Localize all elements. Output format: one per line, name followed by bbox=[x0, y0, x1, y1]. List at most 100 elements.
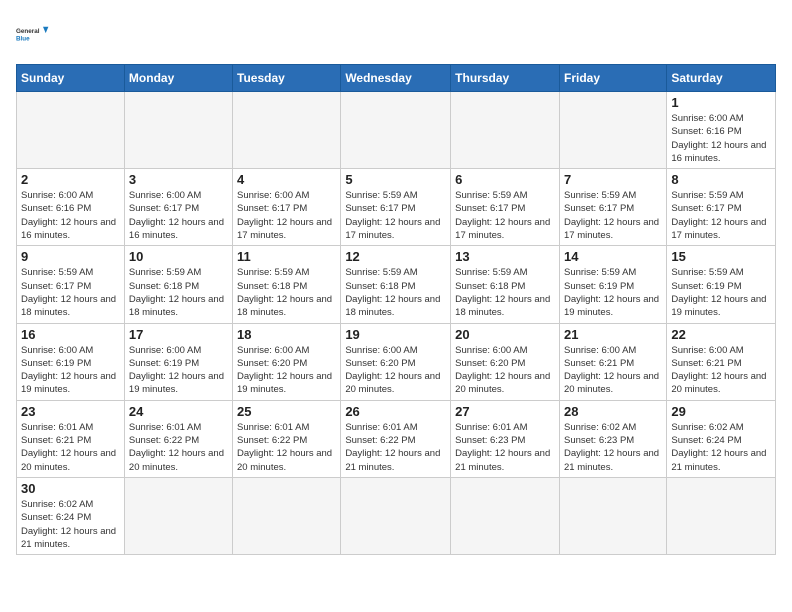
calendar-cell: 18Sunrise: 6:00 AM Sunset: 6:20 PM Dayli… bbox=[233, 323, 341, 400]
day-number: 10 bbox=[129, 249, 228, 264]
calendar-cell: 13Sunrise: 5:59 AM Sunset: 6:18 PM Dayli… bbox=[451, 246, 560, 323]
day-info: Sunrise: 6:00 AM Sunset: 6:20 PM Dayligh… bbox=[345, 344, 446, 397]
day-info: Sunrise: 6:00 AM Sunset: 6:20 PM Dayligh… bbox=[237, 344, 336, 397]
day-number: 17 bbox=[129, 327, 228, 342]
day-info: Sunrise: 6:02 AM Sunset: 6:23 PM Dayligh… bbox=[564, 421, 662, 474]
calendar-week-1: 1 Sunrise: 6:00 AM Sunset: 6:16 PM Daylig… bbox=[17, 92, 776, 169]
day-info: Sunrise: 6:00 AM Sunset: 6:16 PM Dayligh… bbox=[671, 112, 771, 165]
col-header-thursday: Thursday bbox=[451, 65, 560, 92]
calendar-cell: 27Sunrise: 6:01 AM Sunset: 6:23 PM Dayli… bbox=[451, 400, 560, 477]
calendar-cell: 11 Sunrise: 5:59 AM Sunset: 6:18 PM Dayli… bbox=[233, 246, 341, 323]
day-info: Sunrise: 6:00 AM Sunset: 6:19 PM Dayligh… bbox=[129, 344, 228, 397]
day-info: Sunrise: 6:01 AM Sunset: 6:22 PM Dayligh… bbox=[237, 421, 336, 474]
calendar-cell bbox=[667, 477, 776, 554]
day-info: Sunrise: 5:59 AM Sunset: 6:17 PM Dayligh… bbox=[564, 189, 662, 242]
day-info: Sunrise: 5:59 AM Sunset: 6:18 PM Dayligh… bbox=[129, 266, 228, 319]
calendar-cell: 3 Sunrise: 6:00 AM Sunset: 6:17 PM Daylig… bbox=[124, 169, 232, 246]
calendar-cell bbox=[559, 92, 666, 169]
calendar-cell: 4Sunrise: 6:00 AM Sunset: 6:17 PM Daylig… bbox=[233, 169, 341, 246]
day-info: Sunrise: 6:00 AM Sunset: 6:19 PM Dayligh… bbox=[21, 344, 120, 397]
col-header-friday: Friday bbox=[559, 65, 666, 92]
day-number: 9 bbox=[21, 249, 120, 264]
calendar-cell bbox=[124, 92, 232, 169]
day-number: 8 bbox=[671, 172, 771, 187]
calendar-cell: 29 Sunrise: 6:02 AM Sunset: 6:24 PM Dayli… bbox=[667, 400, 776, 477]
calendar-cell: 17 Sunrise: 6:00 AM Sunset: 6:19 PM Dayli… bbox=[124, 323, 232, 400]
day-number: 22 bbox=[671, 327, 771, 342]
day-info: Sunrise: 6:00 AM Sunset: 6:16 PM Dayligh… bbox=[21, 189, 120, 242]
day-info: Sunrise: 6:02 AM Sunset: 6:24 PM Dayligh… bbox=[21, 498, 120, 551]
calendar-cell: 1 Sunrise: 6:00 AM Sunset: 6:16 PM Daylig… bbox=[667, 92, 776, 169]
calendar-cell: 8 Sunrise: 5:59 AM Sunset: 6:17 PM Daylig… bbox=[667, 169, 776, 246]
calendar-cell: 26Sunrise: 6:01 AM Sunset: 6:22 PM Dayli… bbox=[341, 400, 451, 477]
calendar-week-3: 9 Sunrise: 5:59 AM Sunset: 6:17 PM Daylig… bbox=[17, 246, 776, 323]
calendar-cell: 9 Sunrise: 5:59 AM Sunset: 6:17 PM Daylig… bbox=[17, 246, 125, 323]
calendar-cell: 22 Sunrise: 6:00 AM Sunset: 6:21 PM Dayli… bbox=[667, 323, 776, 400]
calendar-week-6: 30 Sunrise: 6:02 AM Sunset: 6:24 PM Dayli… bbox=[17, 477, 776, 554]
calendar-cell bbox=[17, 92, 125, 169]
logo: GeneralBlue bbox=[16, 16, 52, 52]
day-number: 6 bbox=[455, 172, 555, 187]
day-info: Sunrise: 6:02 AM Sunset: 6:24 PM Dayligh… bbox=[671, 421, 771, 474]
day-info: Sunrise: 5:59 AM Sunset: 6:17 PM Dayligh… bbox=[671, 189, 771, 242]
day-number: 3 bbox=[129, 172, 228, 187]
calendar-cell: 7Sunrise: 5:59 AM Sunset: 6:17 PM Daylig… bbox=[559, 169, 666, 246]
day-number: 4 bbox=[237, 172, 336, 187]
day-info: Sunrise: 6:00 AM Sunset: 6:17 PM Dayligh… bbox=[129, 189, 228, 242]
day-info: Sunrise: 5:59 AM Sunset: 6:18 PM Dayligh… bbox=[455, 266, 555, 319]
day-info: Sunrise: 6:00 AM Sunset: 6:21 PM Dayligh… bbox=[671, 344, 771, 397]
calendar-cell: 24 Sunrise: 6:01 AM Sunset: 6:22 PM Dayli… bbox=[124, 400, 232, 477]
calendar-cell bbox=[559, 477, 666, 554]
day-number: 30 bbox=[21, 481, 120, 496]
day-info: Sunrise: 6:01 AM Sunset: 6:21 PM Dayligh… bbox=[21, 421, 120, 474]
day-number: 1 bbox=[671, 95, 771, 110]
day-info: Sunrise: 5:59 AM Sunset: 6:17 PM Dayligh… bbox=[455, 189, 555, 242]
calendar-cell: 16Sunrise: 6:00 AM Sunset: 6:19 PM Dayli… bbox=[17, 323, 125, 400]
day-number: 28 bbox=[564, 404, 662, 419]
day-info: Sunrise: 5:59 AM Sunset: 6:17 PM Dayligh… bbox=[345, 189, 446, 242]
calendar-cell: 15Sunrise: 5:59 AM Sunset: 6:19 PM Dayli… bbox=[667, 246, 776, 323]
col-header-tuesday: Tuesday bbox=[233, 65, 341, 92]
day-info: Sunrise: 6:00 AM Sunset: 6:21 PM Dayligh… bbox=[564, 344, 662, 397]
calendar-week-5: 23Sunrise: 6:01 AM Sunset: 6:21 PM Dayli… bbox=[17, 400, 776, 477]
day-number: 26 bbox=[345, 404, 446, 419]
day-number: 11 bbox=[237, 249, 336, 264]
calendar-cell: 19 Sunrise: 6:00 AM Sunset: 6:20 PM Dayli… bbox=[341, 323, 451, 400]
day-number: 24 bbox=[129, 404, 228, 419]
calendar-cell bbox=[341, 92, 451, 169]
day-info: Sunrise: 5:59 AM Sunset: 6:18 PM Dayligh… bbox=[237, 266, 336, 319]
day-number: 27 bbox=[455, 404, 555, 419]
calendar-cell: 21 Sunrise: 6:00 AM Sunset: 6:21 PM Dayli… bbox=[559, 323, 666, 400]
day-number: 20 bbox=[455, 327, 555, 342]
col-header-wednesday: Wednesday bbox=[341, 65, 451, 92]
calendar-table: SundayMondayTuesdayWednesdayThursdayFrid… bbox=[16, 64, 776, 555]
calendar-cell bbox=[124, 477, 232, 554]
calendar-cell: 5Sunrise: 5:59 AM Sunset: 6:17 PM Daylig… bbox=[341, 169, 451, 246]
calendar-cell bbox=[451, 92, 560, 169]
col-header-sunday: Sunday bbox=[17, 65, 125, 92]
calendar-cell bbox=[451, 477, 560, 554]
calendar-cell: 10 Sunrise: 5:59 AM Sunset: 6:18 PM Dayli… bbox=[124, 246, 232, 323]
calendar-cell: 2Sunrise: 6:00 AM Sunset: 6:16 PM Daylig… bbox=[17, 169, 125, 246]
calendar-cell: 25 Sunrise: 6:01 AM Sunset: 6:22 PM Dayli… bbox=[233, 400, 341, 477]
day-number: 21 bbox=[564, 327, 662, 342]
day-info: Sunrise: 6:01 AM Sunset: 6:22 PM Dayligh… bbox=[129, 421, 228, 474]
svg-text:Blue: Blue bbox=[16, 35, 30, 42]
col-header-saturday: Saturday bbox=[667, 65, 776, 92]
col-header-monday: Monday bbox=[124, 65, 232, 92]
day-info: Sunrise: 5:59 AM Sunset: 6:18 PM Dayligh… bbox=[345, 266, 446, 319]
calendar-cell: 20Sunrise: 6:00 AM Sunset: 6:20 PM Dayli… bbox=[451, 323, 560, 400]
calendar-header-row: SundayMondayTuesdayWednesdayThursdayFrid… bbox=[17, 65, 776, 92]
calendar-cell: 23Sunrise: 6:01 AM Sunset: 6:21 PM Dayli… bbox=[17, 400, 125, 477]
day-info: Sunrise: 5:59 AM Sunset: 6:17 PM Dayligh… bbox=[21, 266, 120, 319]
calendar-cell: 30 Sunrise: 6:02 AM Sunset: 6:24 PM Dayli… bbox=[17, 477, 125, 554]
day-number: 25 bbox=[237, 404, 336, 419]
calendar-cell bbox=[233, 477, 341, 554]
page-header: GeneralBlue bbox=[16, 16, 776, 52]
day-info: Sunrise: 5:59 AM Sunset: 6:19 PM Dayligh… bbox=[564, 266, 662, 319]
day-number: 15 bbox=[671, 249, 771, 264]
day-number: 29 bbox=[671, 404, 771, 419]
calendar-cell bbox=[233, 92, 341, 169]
calendar-cell: 6 Sunrise: 5:59 AM Sunset: 6:17 PM Daylig… bbox=[451, 169, 560, 246]
day-number: 19 bbox=[345, 327, 446, 342]
